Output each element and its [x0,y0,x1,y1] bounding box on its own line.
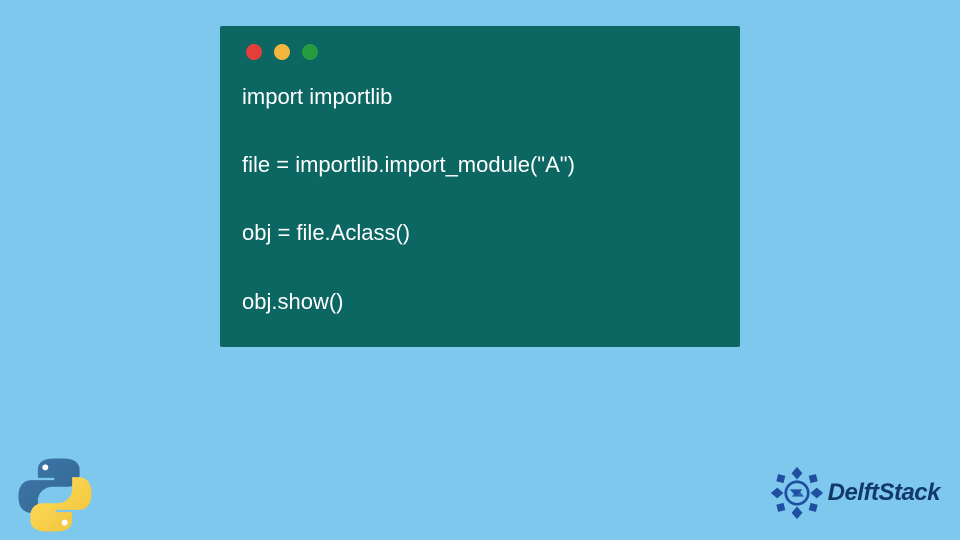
delftstack-text: DelftStack [828,479,940,507]
window-controls [246,44,718,60]
minimize-icon [274,44,290,60]
code-block: import importlib file = importlib.import… [242,80,718,319]
delftstack-logo: DelftStack [770,466,940,520]
python-icon [14,454,96,536]
close-icon [246,44,262,60]
maximize-icon [302,44,318,60]
delftstack-badge-icon [770,466,824,520]
code-window: import importlib file = importlib.import… [220,26,740,347]
